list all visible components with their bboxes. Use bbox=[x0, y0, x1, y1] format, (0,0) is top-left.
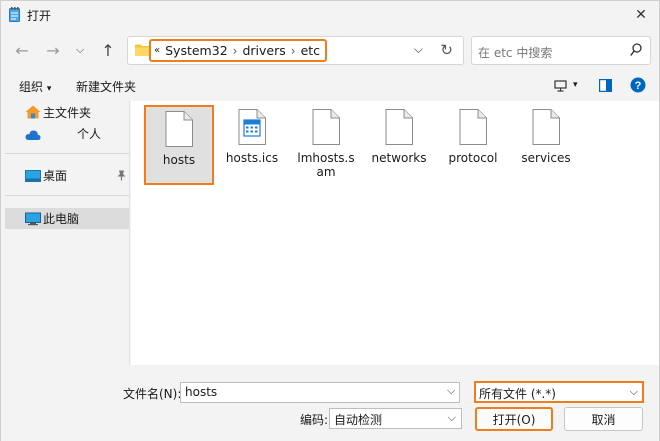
folder-icon bbox=[135, 44, 150, 56]
computer-icon bbox=[25, 212, 41, 226]
chevron-down-icon: ⌵ bbox=[447, 411, 456, 424]
file-name: protocol bbox=[448, 151, 498, 165]
cancel-button[interactable]: 取消 bbox=[564, 407, 643, 431]
nav-item-desktop[interactable]: 桌面 bbox=[5, 165, 129, 186]
nav-label-cloud: 个人 bbox=[77, 127, 102, 141]
cloud-icon bbox=[25, 130, 41, 140]
encoding-label: 编码: bbox=[300, 413, 329, 427]
search-input[interactable]: 在 etc 中搜索 bbox=[478, 44, 552, 61]
window-title: 打开 bbox=[27, 9, 52, 23]
view-caret-icon[interactable]: ▾ bbox=[573, 80, 578, 90]
file-item-protocol[interactable]: protocol bbox=[438, 105, 508, 185]
preview-pane-icon[interactable] bbox=[599, 79, 612, 92]
desktop-icon bbox=[25, 170, 41, 182]
nav-item-home[interactable]: 主文件夹 bbox=[5, 102, 129, 123]
file-type-select[interactable]: 所有文件 (*.*) ⌵ bbox=[474, 381, 644, 403]
svg-text:?: ? bbox=[635, 80, 642, 92]
navigation-bar: ← → ⌵ ↑ « System32 › drivers › etc ⌵ ↻ 在… bbox=[1, 29, 659, 71]
breadcrumb-overflow[interactable]: « bbox=[154, 45, 160, 56]
file-list: hosts hosts.ics lmhosts.sam networks pro… bbox=[131, 101, 659, 365]
arrow-right-icon: → bbox=[46, 40, 60, 60]
close-button[interactable]: ✕ bbox=[631, 5, 651, 25]
command-bar: 组织 ▾ 新建文件夹 ▾ ? bbox=[1, 71, 659, 101]
pane-splitter[interactable] bbox=[129, 101, 130, 365]
filename-dropdown-icon[interactable]: ⌵ bbox=[447, 384, 455, 398]
file-name: hosts bbox=[162, 153, 196, 167]
address-bar[interactable]: « System32 › drivers › etc ⌵ ↻ bbox=[127, 36, 464, 65]
file-name: hosts.ics bbox=[225, 151, 279, 165]
filename-label: 文件名(N): bbox=[123, 387, 182, 401]
organize-button[interactable]: 组织 ▾ bbox=[19, 78, 51, 95]
view-icon[interactable] bbox=[554, 80, 568, 92]
breadcrumb-system32[interactable]: System32 bbox=[165, 43, 228, 58]
help-icon[interactable]: ? bbox=[630, 77, 646, 93]
arrow-up-icon: ↑ bbox=[101, 40, 115, 60]
recent-locations-button[interactable]: ⌵ bbox=[69, 39, 91, 61]
refresh-icon[interactable]: ↻ bbox=[440, 41, 453, 59]
cancel-button-label: 取消 bbox=[591, 412, 616, 427]
file-item-lmhosts-sam[interactable]: lmhosts.sam bbox=[291, 105, 361, 185]
breadcrumb-etc[interactable]: etc bbox=[301, 43, 320, 58]
encoding-value: 自动检测 bbox=[334, 413, 383, 427]
divider bbox=[5, 195, 129, 196]
file-type-value: 所有文件 (*.*) bbox=[479, 387, 556, 401]
notepad-icon bbox=[9, 7, 20, 22]
breadcrumb-drivers[interactable]: drivers bbox=[242, 43, 285, 58]
blank-file-icon bbox=[532, 109, 560, 145]
blank-file-icon bbox=[165, 111, 193, 147]
open-button[interactable]: 打开(O) bbox=[475, 407, 553, 431]
open-file-dialog: 打开 ✕ ← → ⌵ ↑ « System32 › drivers › etc … bbox=[0, 0, 660, 441]
file-name: lmhosts.sam bbox=[297, 151, 355, 179]
search-icon bbox=[630, 43, 642, 56]
nav-item-this-pc[interactable]: 此电脑 bbox=[5, 208, 129, 229]
file-item-hosts-ics[interactable]: hosts.ics bbox=[217, 105, 287, 185]
close-icon: ✕ bbox=[635, 7, 647, 23]
search-box[interactable]: 在 etc 中搜索 bbox=[471, 36, 651, 65]
file-item-hosts[interactable]: hosts bbox=[144, 105, 214, 185]
chevron-down-icon: ⌵ bbox=[75, 43, 85, 56]
open-button-label: 打开(O) bbox=[492, 412, 536, 427]
new-folder-button[interactable]: 新建文件夹 bbox=[76, 78, 136, 95]
pin-icon[interactable] bbox=[117, 170, 126, 181]
organize-label: 组织 bbox=[19, 80, 44, 94]
file-name: services bbox=[521, 151, 571, 165]
chevron-right-icon: › bbox=[290, 43, 296, 58]
file-item-networks[interactable]: networks bbox=[364, 105, 434, 185]
footer: 文件名(N): hosts ⌵ 所有文件 (*.*) ⌵ 编码: 自动检测 ⌵ … bbox=[1, 365, 659, 441]
forward-button[interactable]: → bbox=[42, 39, 64, 61]
nav-label-desktop: 桌面 bbox=[43, 169, 68, 183]
nav-item-cloud[interactable]: 个人 bbox=[5, 123, 129, 144]
chevron-down-icon: ⌵ bbox=[629, 385, 638, 398]
filename-value: hosts bbox=[185, 385, 218, 399]
blank-file-icon bbox=[312, 109, 340, 145]
nav-label-this-pc: 此电脑 bbox=[43, 212, 80, 226]
chevron-right-icon: › bbox=[232, 43, 238, 58]
file-item-services[interactable]: services bbox=[511, 105, 581, 185]
divider bbox=[5, 153, 129, 154]
navigation-pane: 主文件夹 个人 桌面 此电脑 bbox=[1, 101, 130, 365]
arrow-left-icon: ← bbox=[15, 40, 29, 60]
blank-file-icon bbox=[459, 109, 487, 145]
up-button[interactable]: ↑ bbox=[97, 39, 119, 61]
nav-label-home: 主文件夹 bbox=[43, 106, 92, 120]
file-name: networks bbox=[371, 151, 427, 165]
caret-down-icon: ▾ bbox=[46, 84, 52, 94]
filename-input[interactable]: hosts bbox=[180, 382, 460, 403]
home-icon bbox=[25, 105, 41, 119]
calendar-icon bbox=[238, 109, 266, 145]
address-dropdown-icon[interactable]: ⌵ bbox=[414, 42, 423, 57]
back-button[interactable]: ← bbox=[11, 39, 33, 61]
breadcrumb: « System32 › drivers › etc bbox=[149, 39, 328, 62]
title-bar: 打开 ✕ bbox=[1, 1, 659, 29]
blank-file-icon bbox=[385, 109, 413, 145]
encoding-select[interactable]: 自动检测 ⌵ bbox=[329, 408, 462, 429]
